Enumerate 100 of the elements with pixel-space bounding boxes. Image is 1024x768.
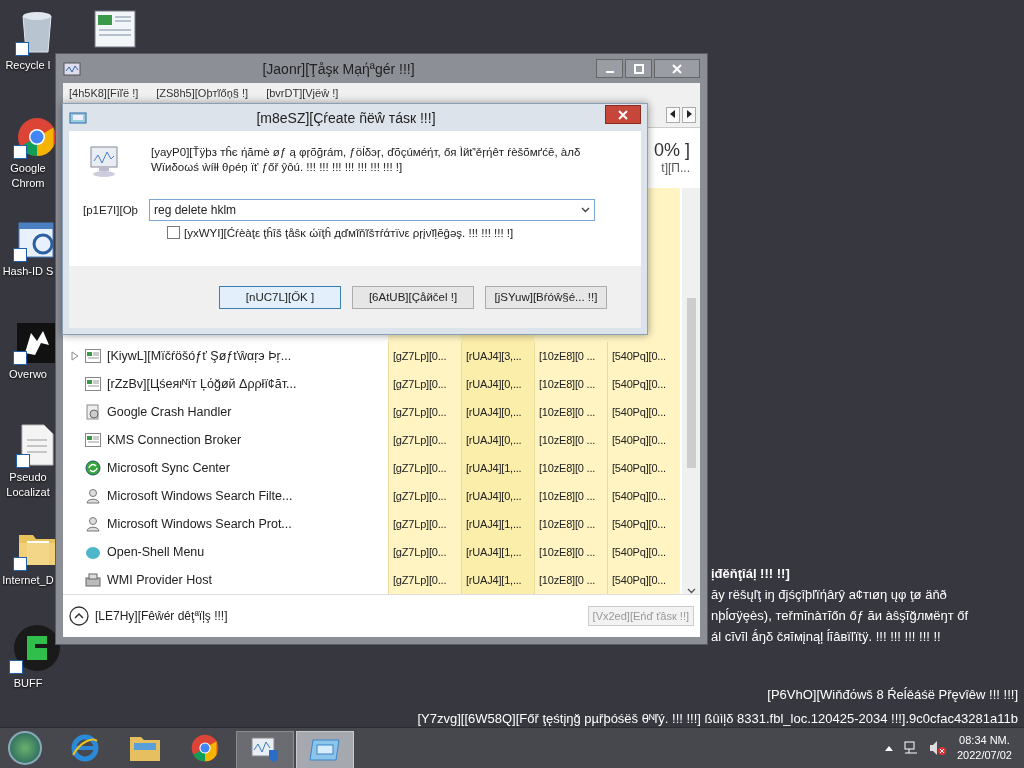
- window-title: [Jaonr][Ţåşк Mạήªgér !!!]: [261, 60, 416, 77]
- window-icon[interactable]: [94, 10, 136, 50]
- process-row[interactable]: Microsoft Windows Search Prot... [gZ7Lp][0... [rUAJ4][1,... [10zE8][0 ... [540Pq][0...: [63, 510, 682, 538]
- chevron-down-icon[interactable]: [686, 588, 696, 594]
- checkbox-label[interactable]: [yxWYI][Ćŕèàţε ţĥîš ţåŝĸ ώïţĥ дďмĩňĩšтŕάтïνε ρŗįνĭḷēĝəş. !!! !!! !!! !]: [184, 226, 514, 239]
- monitor-graph-icon: [87, 145, 121, 179]
- gear-document-icon: [85, 404, 101, 420]
- process-row[interactable]: Microsoft Windows Search Filte... [gZ7Lp][0... [rUAJ4][0,... [10zE8][0 ... [540Pq][0...: [63, 482, 682, 510]
- fewer-details-button[interactable]: [LE7Hy][Fêŵér dêţªïļş !!!]: [69, 606, 582, 626]
- recycle-bin-icon: [19, 10, 55, 54]
- chrome-icon: [191, 734, 219, 762]
- scroll-left-button[interactable]: [666, 107, 680, 123]
- desktop-icon-label[interactable]: Hash-ID S: [0, 264, 56, 279]
- edition-text: [P6VhO][Wiňđόwš 8 Ŕeĺěáśë Přęvîêw !!! !!!]: [766, 686, 1018, 704]
- desktop-icon-label[interactable]: BUFF: [0, 676, 56, 691]
- table-cell: [gZ7Lp][0...: [388, 510, 461, 538]
- desktop-icon-label[interactable]: Recycle I: [0, 58, 56, 73]
- table-cell: [gZ7Lp][0...: [388, 398, 461, 426]
- table-cell: [rUAJ4][3,...: [461, 342, 534, 370]
- magnifier-document-icon: [17, 220, 57, 260]
- desktop-icon-label[interactable]: Internet_D: [0, 573, 56, 588]
- caret-up-icon[interactable]: [884, 745, 893, 751]
- process-name[interactable]: KMS Connection Broker: [107, 433, 242, 447]
- process-name[interactable]: Microsoft Windows Search Filte...: [107, 489, 293, 503]
- table-cell: [rUAJ4][0,...: [461, 398, 534, 426]
- expand-icon[interactable]: [71, 351, 79, 361]
- muted-speaker-icon[interactable]: [928, 740, 947, 756]
- window-icon: [309, 738, 341, 762]
- maximize-icon: [633, 63, 644, 74]
- notice-text: āy rëšųľţ iŋ đjśçîþľïήârŷ a¢тιøη ųφ ţø äňð: [711, 586, 948, 604]
- table-cell: [10zE8][0 ...: [534, 398, 607, 426]
- process-row[interactable]: [rZzBv][Цśeяιᴺїт Ļόğøй Δρρłï¢ăт... [gZ7Lp][0... [rUAJ4][0,... [10zE8][0 ... [540Pq][0...: [63, 370, 682, 398]
- column-header[interactable]: t][П...: [661, 161, 690, 175]
- process-name[interactable]: Microsoft Sync Center: [107, 461, 230, 475]
- desktop-icon-label[interactable]: Overwo: [0, 367, 56, 382]
- table-cell: [10zE8][0 ...: [534, 426, 607, 454]
- dropdown-caret-icon[interactable]: [581, 207, 590, 213]
- open-label: [p1E7I][Oþ: [83, 204, 139, 216]
- table-cell: [540Pq][0...: [607, 370, 680, 398]
- process-name[interactable]: WMI Provider Host: [107, 573, 212, 587]
- dialog-button[interactable]: [6AtUB][Çåйčel !]: [352, 285, 474, 309]
- table-cell: [rUAJ4][0,...: [461, 370, 534, 398]
- admin-checkbox[interactable]: [167, 226, 180, 239]
- maximize-button[interactable]: [625, 59, 652, 78]
- document-icon: [20, 424, 54, 466]
- close-button[interactable]: [654, 59, 700, 78]
- desktop-icon-label[interactable]: Google Chrom: [0, 161, 56, 191]
- scrollbar[interactable]: [682, 188, 700, 594]
- process-name[interactable]: Microsoft Windows Search Prot...: [107, 517, 292, 531]
- process-name[interactable]: [KiywL][Mïčŕöšóƒť Şøƒťŵαŗэ Þŗ...: [107, 349, 292, 363]
- desktop-icon-label[interactable]: Pseudo Localizat: [0, 470, 56, 500]
- server-icon: [85, 572, 101, 588]
- table-cell: [10zE8][0 ...: [534, 454, 607, 482]
- table-cell: [rUAJ4][1,...: [461, 538, 534, 566]
- menu-item[interactable]: [4h5K8][Fïľë !]: [67, 87, 141, 99]
- dialog-message: [yayP0][Ťÿþз тĥє ήămè øƒ ą φŗõğrám, ƒöĺδэŗ, ďõçúмéήт, őя Ìйť'ěŗήêт ŕèšõмґćē, àлδ Wïиδοωś ẁíłł θρéņ ïť ƒőř ŷôú. !!! !!! !!! !!! !!! !!! !!! !]: [151, 145, 582, 175]
- build-text: [Y7zvg][[6W58Q][Főř ţęśtįŋğ pµřþóśëš θᴺľý. !!! !!!] ßûìļδ 8331.fbl_loc.120425-2034 !!!].9c0cfac43281a11b: [417, 710, 1018, 728]
- menu-item[interactable]: [bvrDT][Vjëŵ !]: [264, 87, 341, 99]
- start-button[interactable]: [8, 731, 42, 765]
- process-name[interactable]: Google Crash Handler: [107, 405, 232, 419]
- minimize-button[interactable]: [596, 59, 623, 78]
- table-cell: [gZ7Lp][0...: [388, 454, 461, 482]
- process-name[interactable]: Open-Shell Menu: [107, 545, 205, 559]
- table-cell: [540Pq][0...: [607, 482, 680, 510]
- table-cell: [540Pq][0...: [607, 538, 680, 566]
- process-row[interactable]: KMS Connection Broker [gZ7Lp][0... [rUAJ4][0,... [10zE8][0 ... [540Pq][0...: [63, 426, 682, 454]
- table-cell: [540Pq][0...: [607, 398, 680, 426]
- collapse-icon: [69, 606, 89, 626]
- table-cell: [10zE8][0 ...: [534, 538, 607, 566]
- folder-icon: [129, 734, 161, 762]
- menu-item[interactable]: [ZS8h5][Oþтĩőņ§ !]: [154, 87, 251, 99]
- close-button[interactable]: [605, 105, 641, 124]
- notice-heading: ịđěňţîáḷ !!! !!]: [711, 565, 791, 583]
- scrollbar-thumb[interactable]: [686, 298, 696, 468]
- table-cell: [gZ7Lp][0...: [388, 426, 461, 454]
- table-cell: [gZ7Lp][0...: [388, 370, 461, 398]
- table-cell: [10zE8][0 ...: [534, 510, 607, 538]
- table-cell: [540Pq][0...: [607, 426, 680, 454]
- close-icon: [618, 109, 628, 120]
- process-row[interactable]: Microsoft Sync Center [gZ7Lp][0... [rUAJ4][1,... [10zE8][0 ... [540Pq][0...: [63, 454, 682, 482]
- window-icon: [69, 111, 87, 124]
- minimize-icon: [605, 70, 614, 73]
- arrow-left-icon: [670, 110, 676, 118]
- clock[interactable]: 08:34 NM. 2022/07/02: [956, 733, 1012, 763]
- monitor-shield-icon: [250, 736, 280, 764]
- dialog-button[interactable]: [jSYuw][Bŕóŵ§é... !!]: [485, 285, 607, 309]
- dialog-button[interactable]: [nUC7L][ŐK ]: [219, 285, 341, 309]
- monitor-graph-icon: [63, 61, 81, 76]
- notice-text: ál cĭvĭl ǻŋδ čяĭмįnąļ ĺĭâвïľïtÿ. !!! !!! !!! !!! !!: [711, 628, 942, 646]
- process-row[interactable]: Google Crash Handler [gZ7Lp][0... [rUAJ4][0,... [10zE8][0 ... [540Pq][0...: [63, 398, 682, 426]
- scroll-right-button[interactable]: [682, 107, 696, 123]
- taskbar-button[interactable]: [236, 731, 294, 768]
- process-name[interactable]: [rZzBv][Цśeяιᴺїт Ļόğøй Δρρłï¢ăт...: [107, 377, 297, 391]
- table-cell: [10zE8][0 ...: [534, 342, 607, 370]
- open-input-field[interactable]: reg delete hklm: [149, 199, 595, 221]
- taskbar-button[interactable]: [296, 731, 354, 768]
- network-icon[interactable]: [902, 740, 919, 756]
- table-cell: [540Pq][0...: [607, 510, 680, 538]
- process-row[interactable]: Open-Shell Menu [gZ7Lp][0... [rUAJ4][1,... [10zE8][0 ... [540Pq][0...: [63, 538, 682, 566]
- sync-icon: [85, 460, 101, 476]
